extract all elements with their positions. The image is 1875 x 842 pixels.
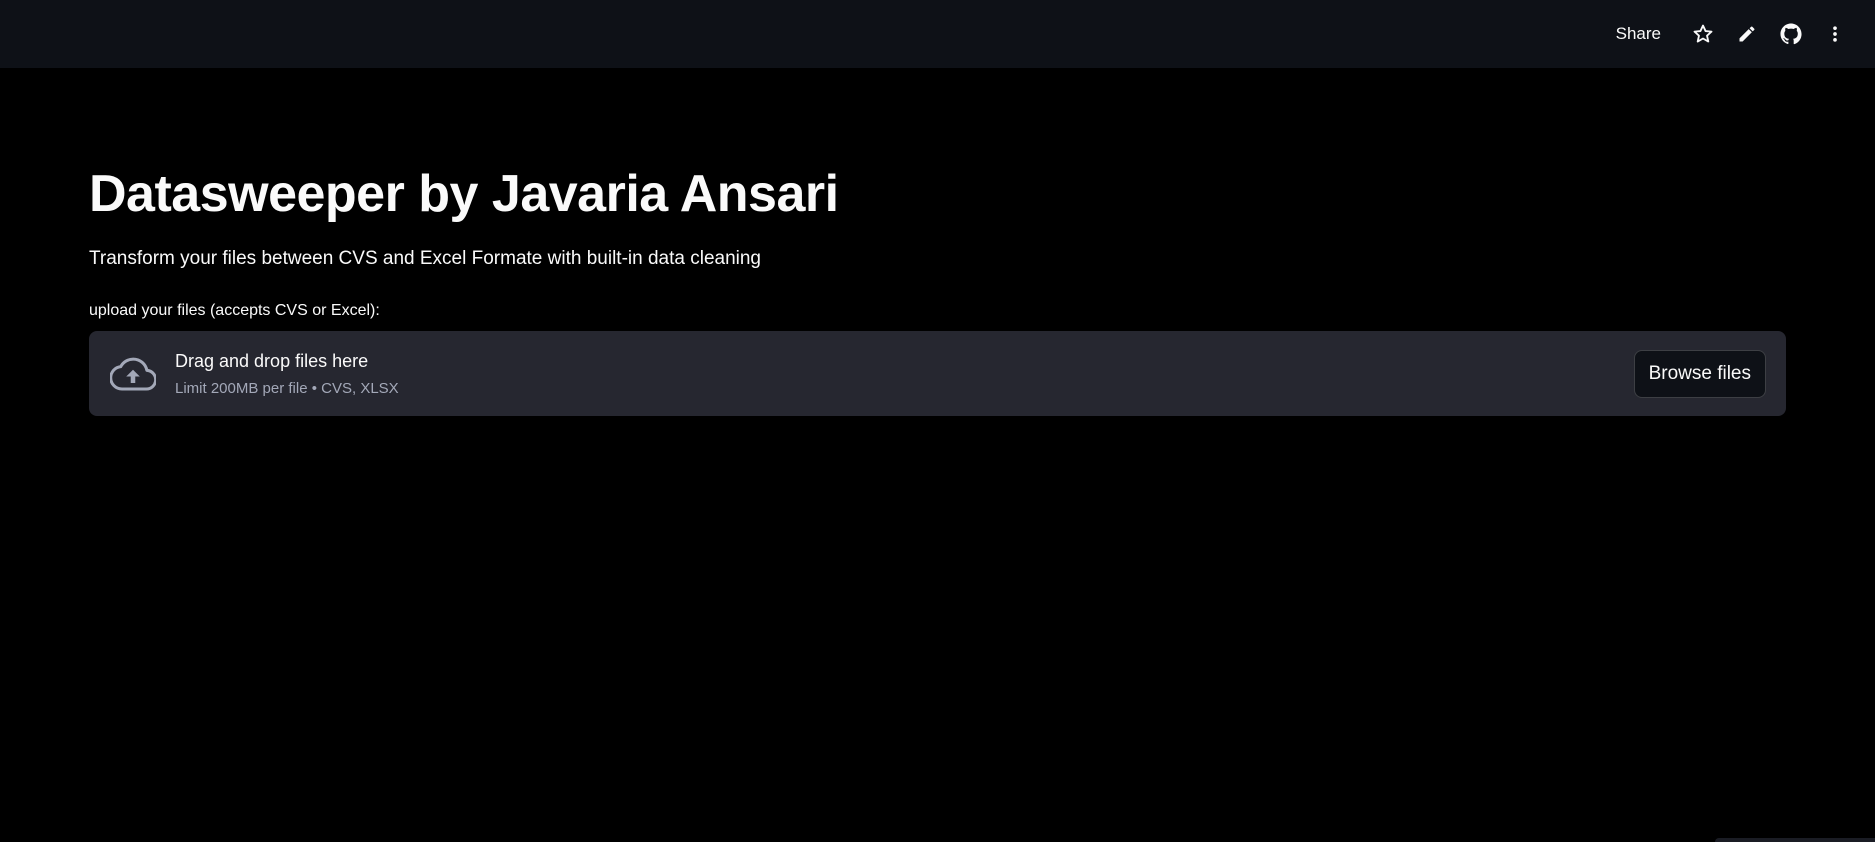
dropzone-limit-text: Limit 200MB per file • CVS, XLSX <box>175 379 399 397</box>
dropzone-title: Drag and drop files here <box>175 350 369 371</box>
page-title: Datasweeper by Javaria Ansari <box>89 165 839 223</box>
browse-files-button[interactable]: Browse files <box>1633 349 1766 398</box>
dropzone-instructions: Drag and drop files here Limit 200MB per… <box>175 349 1634 399</box>
header-toolbar: Share <box>1604 14 1857 54</box>
page-subtitle: Transform your files between CVS and Exc… <box>89 248 761 269</box>
cloud-upload-icon <box>109 350 157 398</box>
favorite-button[interactable] <box>1681 14 1725 54</box>
bottom-right-edge <box>1715 838 1875 842</box>
github-icon <box>1780 23 1802 45</box>
more-vertical-icon <box>1825 24 1845 44</box>
share-button[interactable]: Share <box>1604 18 1673 50</box>
star-icon <box>1692 23 1714 45</box>
pencil-icon <box>1737 24 1757 44</box>
main-menu-button[interactable] <box>1813 14 1857 54</box>
app-header: Share <box>0 0 1875 68</box>
file-dropzone[interactable]: Drag and drop files here Limit 200MB per… <box>89 331 1786 416</box>
file-uploader-label: upload your files (accepts CVS or Excel)… <box>89 302 380 319</box>
edit-button[interactable] <box>1725 14 1769 54</box>
github-button[interactable] <box>1769 14 1813 54</box>
app-root: Share Datasweeper by Javaria Ansari Tran… <box>0 0 1875 842</box>
